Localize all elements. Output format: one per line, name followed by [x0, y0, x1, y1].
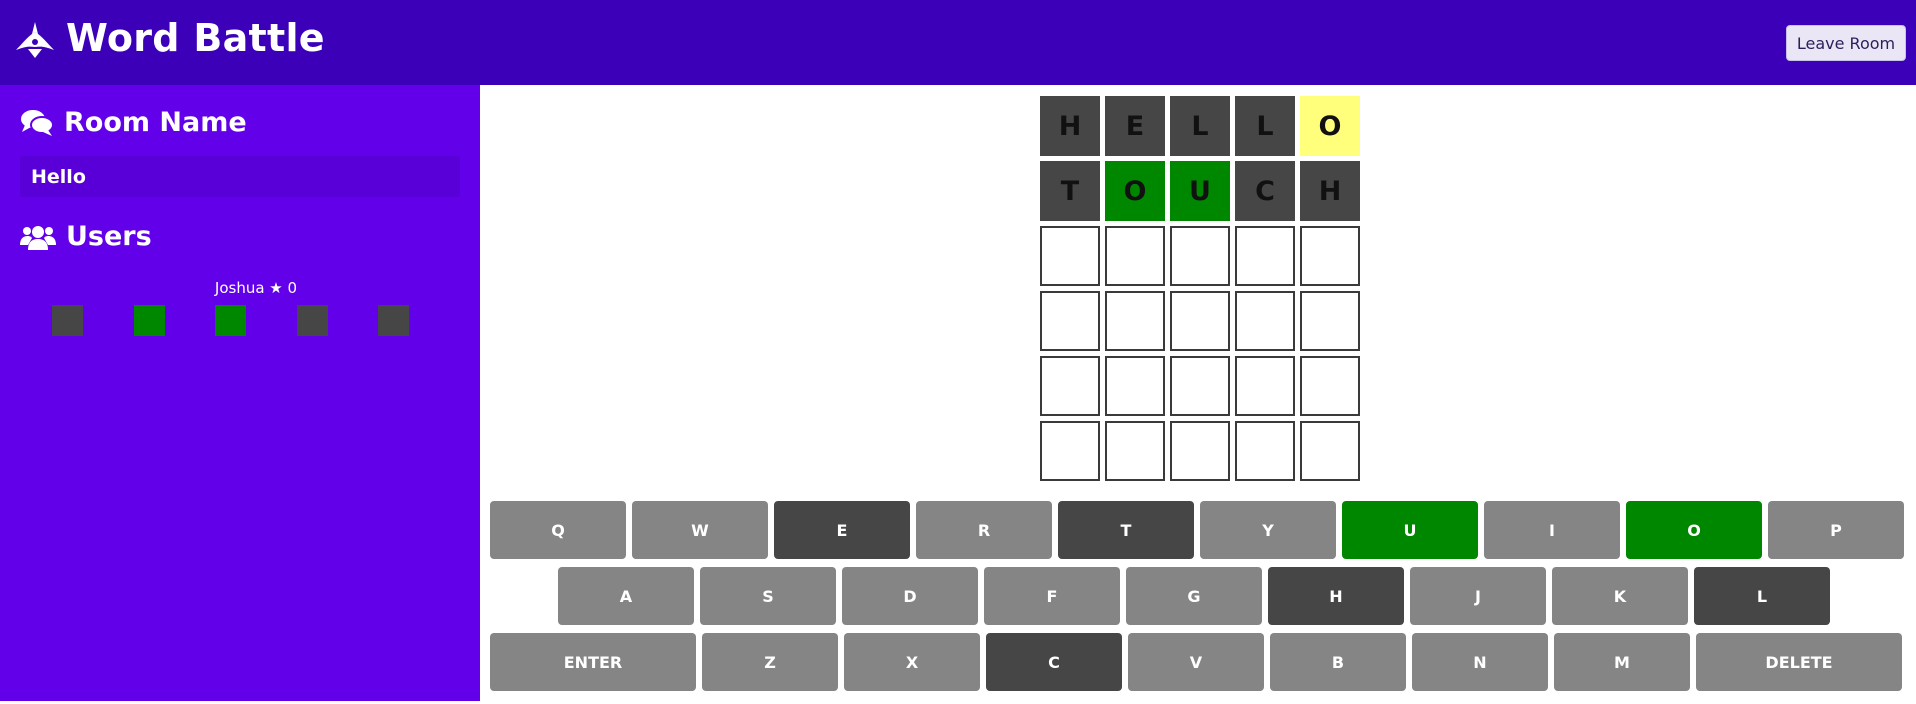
- board-tile: [1105, 356, 1165, 416]
- sidebar: Room Name Hello Users Joshua ★ 0: [0, 85, 480, 701]
- board-tile: [1105, 226, 1165, 286]
- board-tile: [1235, 226, 1295, 286]
- board-tile: [1040, 226, 1100, 286]
- key-e[interactable]: E: [774, 501, 910, 559]
- board-tile: O: [1300, 96, 1360, 156]
- board-tile: H: [1300, 161, 1360, 221]
- key-b[interactable]: B: [1270, 633, 1406, 691]
- board-tile: E: [1105, 96, 1165, 156]
- user-name-score: Joshua ★ 0: [214, 279, 298, 297]
- key-k[interactable]: K: [1552, 567, 1688, 625]
- board-tile: [1300, 356, 1360, 416]
- user-result-square: [52, 305, 83, 336]
- key-l[interactable]: L: [1694, 567, 1830, 625]
- room-name-field: Hello: [20, 156, 460, 197]
- board-tile: L: [1170, 96, 1230, 156]
- key-w[interactable]: W: [632, 501, 768, 559]
- app-header: Word Battle Leave Room: [0, 0, 1916, 85]
- board-tile: U: [1170, 161, 1230, 221]
- board-tile: [1170, 226, 1230, 286]
- board-tile: [1300, 226, 1360, 286]
- users-icon: [20, 225, 56, 250]
- key-n[interactable]: N: [1412, 633, 1548, 691]
- key-y[interactable]: Y: [1200, 501, 1336, 559]
- board-tile: [1105, 421, 1165, 481]
- key-x[interactable]: X: [844, 633, 980, 691]
- key-o[interactable]: O: [1626, 501, 1762, 559]
- key-z[interactable]: Z: [702, 633, 838, 691]
- logo-icon: [16, 22, 54, 58]
- key-j[interactable]: J: [1410, 567, 1546, 625]
- board-tile: [1300, 421, 1360, 481]
- board-tile: [1040, 421, 1100, 481]
- key-a[interactable]: A: [558, 567, 694, 625]
- app-title: Word Battle: [66, 16, 325, 60]
- key-g[interactable]: G: [1126, 567, 1262, 625]
- board-tile: O: [1105, 161, 1165, 221]
- users-heading: Users: [20, 221, 152, 252]
- key-c[interactable]: C: [986, 633, 1122, 691]
- users-label: Users: [66, 221, 152, 252]
- board-tile: [1300, 291, 1360, 351]
- board-tile: T: [1040, 161, 1100, 221]
- key-m[interactable]: M: [1554, 633, 1690, 691]
- board-tile: [1235, 291, 1295, 351]
- user-result-square: [215, 305, 246, 336]
- board-tile: [1170, 356, 1230, 416]
- board-tile: [1170, 421, 1230, 481]
- key-t[interactable]: T: [1058, 501, 1194, 559]
- room-name-heading: Room Name: [20, 107, 247, 138]
- chat-icon: [21, 109, 54, 136]
- room-name-label: Room Name: [64, 107, 247, 138]
- user-result-square: [378, 305, 409, 336]
- user-result-square: [296, 305, 328, 336]
- board-tile: H: [1040, 96, 1100, 156]
- key-f[interactable]: F: [984, 567, 1120, 625]
- key-h[interactable]: H: [1268, 567, 1404, 625]
- board-tile: [1170, 291, 1230, 351]
- key-u[interactable]: U: [1342, 501, 1478, 559]
- board-tile: C: [1235, 161, 1295, 221]
- key-d[interactable]: D: [842, 567, 978, 625]
- key-r[interactable]: R: [916, 501, 1052, 559]
- leave-room-button[interactable]: Leave Room: [1786, 25, 1906, 61]
- board-tile: [1040, 356, 1100, 416]
- key-delete[interactable]: DELETE: [1696, 633, 1902, 691]
- key-q[interactable]: Q: [490, 501, 626, 559]
- board-tile: [1040, 291, 1100, 351]
- board-tile: L: [1235, 96, 1295, 156]
- key-s[interactable]: S: [700, 567, 836, 625]
- key-v[interactable]: V: [1128, 633, 1264, 691]
- key-i[interactable]: I: [1484, 501, 1620, 559]
- board-tile: [1105, 291, 1165, 351]
- key-p[interactable]: P: [1768, 501, 1904, 559]
- board-tile: [1235, 356, 1295, 416]
- board-tile: [1235, 421, 1295, 481]
- user-result-square: [133, 305, 165, 336]
- key-enter[interactable]: ENTER: [490, 633, 696, 691]
